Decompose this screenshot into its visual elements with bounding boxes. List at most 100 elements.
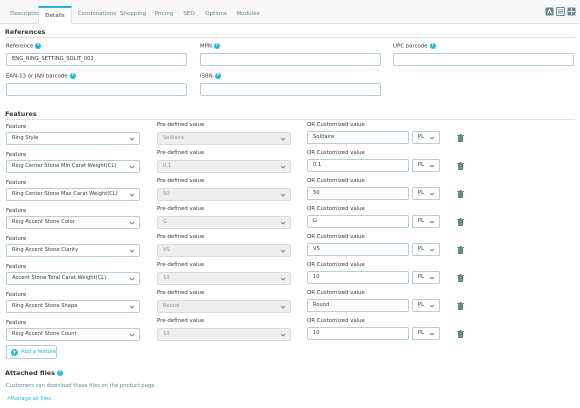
chevron-down-icon bbox=[129, 220, 135, 226]
tab-modules[interactable]: Modules bbox=[233, 6, 263, 24]
custom-value-input[interactable]: Round bbox=[307, 299, 409, 312]
feature-select[interactable]: Accent Stone Total Carat Weight(CL) bbox=[6, 272, 140, 285]
custom-value-input[interactable]: 0.1 bbox=[307, 159, 409, 172]
chevron-down-icon bbox=[129, 248, 135, 254]
predefined-label: Pre-defined value bbox=[157, 150, 205, 156]
chevron-down-icon bbox=[429, 275, 435, 281]
help-icon[interactable]: ? bbox=[429, 43, 436, 49]
feature-select[interactable]: Ring Accent Stone Clarity bbox=[6, 244, 140, 257]
predefined-label: Pre-defined value bbox=[157, 178, 205, 184]
feature-select[interactable]: Ring Center Stone Max Carat Weight(CL) bbox=[6, 188, 140, 201]
chevron-down-icon bbox=[280, 276, 286, 282]
upc-input[interactable] bbox=[393, 53, 574, 66]
chevron-down-icon bbox=[129, 304, 135, 310]
language-select[interactable]: PL bbox=[412, 243, 440, 256]
chevron-down-icon bbox=[429, 135, 435, 141]
help-icon[interactable]: ? bbox=[56, 370, 63, 376]
custom-value-input[interactable]: 10 bbox=[307, 271, 409, 284]
reference-input[interactable]: ENG_RING_SETTING_SOLIT_001 bbox=[6, 53, 187, 66]
feature-select[interactable]: Ring Accent Stone Shape bbox=[6, 300, 140, 313]
custom-value-input[interactable]: 10 bbox=[307, 327, 409, 340]
language-select[interactable]: PL bbox=[412, 215, 440, 228]
custom-label: OR Customized value bbox=[307, 122, 365, 128]
feature-label: Feature bbox=[6, 124, 27, 130]
divider bbox=[5, 119, 575, 120]
feature-label: Feature bbox=[6, 264, 27, 270]
feature-select[interactable]: Ring Center Stone Min Carat Weight(CL) bbox=[6, 160, 140, 173]
help-icon[interactable]: ? bbox=[35, 43, 42, 49]
reference-label: Reference? bbox=[6, 43, 42, 50]
tab-shopping[interactable]: Shopping bbox=[118, 6, 148, 24]
custom-label: OR Customized value bbox=[307, 150, 365, 156]
chevron-down-icon bbox=[280, 220, 286, 226]
help-icon[interactable]: ? bbox=[69, 73, 76, 79]
tab-details[interactable]: Details bbox=[38, 6, 72, 24]
language-select[interactable]: PL bbox=[412, 131, 440, 144]
add-feature-button[interactable]: + Add a feature bbox=[6, 345, 57, 359]
language-select[interactable]: PL bbox=[412, 299, 440, 312]
tab-combinations[interactable]: Combinations bbox=[75, 6, 119, 24]
predefined-select[interactable]: Solitaire bbox=[157, 132, 291, 145]
chevron-down-icon bbox=[280, 332, 286, 338]
predefined-label: Pre-defined value bbox=[157, 206, 205, 212]
trash-icon[interactable] bbox=[457, 190, 464, 198]
custom-value-input[interactable]: Solitaire bbox=[307, 131, 409, 144]
predefined-select[interactable]: VS bbox=[157, 244, 291, 257]
custom-value-input[interactable]: G bbox=[307, 215, 409, 228]
help-icon[interactable]: ? bbox=[214, 73, 221, 79]
ean-input[interactable] bbox=[6, 83, 187, 96]
custom-value-input[interactable]: 50 bbox=[307, 187, 409, 200]
chevron-down-icon bbox=[280, 164, 286, 170]
divider bbox=[5, 37, 575, 38]
predefined-select[interactable]: Round bbox=[157, 300, 291, 313]
predefined-select[interactable]: G bbox=[157, 216, 291, 229]
custom-label: OR Customized value bbox=[307, 262, 365, 268]
features-title: Features bbox=[5, 110, 37, 118]
trash-icon[interactable] bbox=[457, 302, 464, 310]
predefined-select[interactable]: 50 bbox=[157, 188, 291, 201]
tab-options[interactable]: Options bbox=[203, 6, 229, 24]
feature-select[interactable]: Ring Accent Stone Color bbox=[6, 216, 140, 229]
grid-view-icon[interactable] bbox=[567, 7, 576, 16]
chevron-down-icon bbox=[280, 136, 286, 142]
feature-label: Feature bbox=[6, 292, 27, 298]
feature-select[interactable]: Ring Style bbox=[6, 132, 140, 145]
chevron-down-icon bbox=[129, 164, 135, 170]
predefined-select[interactable]: 10 bbox=[157, 328, 291, 341]
tab-pricing[interactable]: Pricing bbox=[151, 6, 177, 24]
language-select[interactable]: PL bbox=[412, 159, 440, 172]
chevron-down-icon bbox=[280, 248, 286, 254]
predefined-label: Pre-defined value bbox=[157, 234, 205, 240]
trash-icon[interactable] bbox=[457, 218, 464, 226]
language-select[interactable]: PL bbox=[412, 187, 440, 200]
help-icon[interactable]: ? bbox=[213, 43, 220, 49]
manage-files-link[interactable]: ↗Manage all files bbox=[6, 396, 51, 402]
trash-icon[interactable] bbox=[457, 246, 464, 254]
predefined-select[interactable]: 10 bbox=[157, 272, 291, 285]
trash-icon[interactable] bbox=[457, 134, 464, 142]
trash-icon[interactable] bbox=[457, 162, 464, 170]
shortcut-icon[interactable] bbox=[545, 7, 554, 16]
custom-label: OR Customized value bbox=[307, 178, 365, 184]
upc-label: UPC barcode? bbox=[393, 43, 436, 50]
chevron-down-icon bbox=[429, 247, 435, 253]
language-select[interactable]: PL bbox=[412, 271, 440, 284]
predefined-label: Pre-defined value bbox=[157, 122, 205, 128]
chevron-down-icon bbox=[429, 303, 435, 309]
predefined-select[interactable]: 0.1 bbox=[157, 160, 291, 173]
trash-icon[interactable] bbox=[457, 274, 464, 282]
isbn-input[interactable] bbox=[200, 83, 381, 96]
trash-icon[interactable] bbox=[457, 330, 464, 338]
plus-icon: + bbox=[11, 348, 18, 356]
custom-label: OR Customized value bbox=[307, 234, 365, 240]
custom-label: OR Customized value bbox=[307, 290, 365, 296]
custom-value-input[interactable]: VS bbox=[307, 243, 409, 256]
language-select[interactable]: PL bbox=[412, 327, 440, 340]
feature-label: Feature bbox=[6, 320, 27, 326]
chevron-down-icon bbox=[429, 219, 435, 225]
tab-seo[interactable]: SEO bbox=[180, 6, 198, 24]
feature-select[interactable]: Ring Accent Stone Count bbox=[6, 328, 140, 341]
mpn-input[interactable] bbox=[200, 53, 381, 66]
list-view-icon[interactable] bbox=[556, 7, 565, 16]
chevron-down-icon bbox=[429, 331, 435, 337]
